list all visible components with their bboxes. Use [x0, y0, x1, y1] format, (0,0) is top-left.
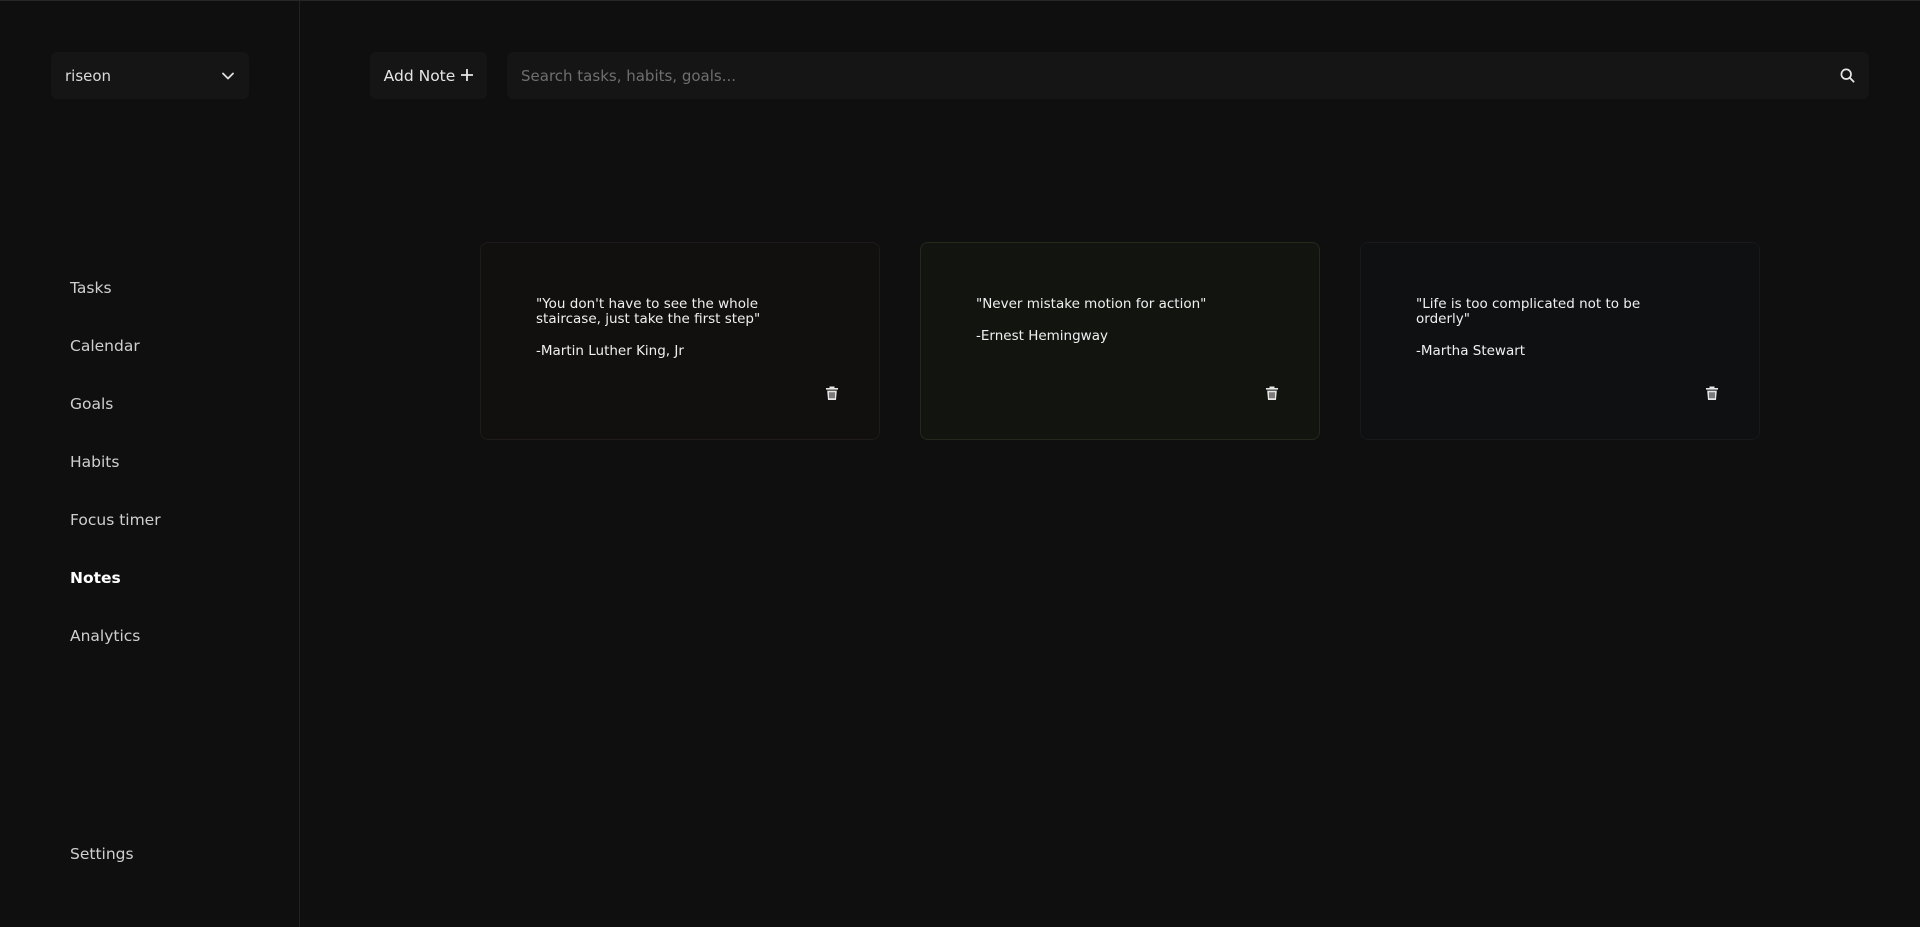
add-note-button[interactable]: Add Note: [370, 52, 487, 99]
sidebar-item-goals[interactable]: Goals: [70, 389, 161, 447]
sidebar-item-label: Goals: [70, 395, 114, 413]
sidebar-item-notes[interactable]: Notes: [70, 563, 161, 621]
sidebar-item-calendar[interactable]: Calendar: [70, 331, 161, 389]
sidebar: riseon Tasks Calendar Goals Habits Focus…: [0, 1, 300, 927]
sidebar-item-label: Analytics: [70, 627, 141, 645]
sidebar-item-habits[interactable]: Habits: [70, 447, 161, 505]
sidebar-item-label: Tasks: [70, 279, 112, 297]
sidebar-nav: Tasks Calendar Goals Habits Focus timer …: [70, 273, 161, 679]
workspace-select[interactable]: riseon: [51, 52, 249, 99]
chevron-down-icon: [222, 72, 234, 80]
note-quote: "Life is too complicated not to be order…: [1416, 296, 1641, 327]
sidebar-item-settings[interactable]: Settings: [70, 839, 134, 869]
add-note-label: Add Note: [383, 66, 456, 85]
main-content: Add Note "You don't have to see the whol…: [300, 1, 1920, 927]
workspace-name: riseon: [65, 66, 112, 85]
sidebar-item-label: Habits: [70, 453, 120, 471]
app-window: riseon Tasks Calendar Goals Habits Focus…: [0, 0, 1920, 927]
plus-icon: [460, 67, 474, 85]
note-card[interactable]: "Life is too complicated not to be order…: [1360, 242, 1760, 440]
note-card[interactable]: "You don't have to see the whole stairca…: [480, 242, 880, 440]
sidebar-item-label: Calendar: [70, 337, 140, 355]
note-author: -Ernest Hemingway: [976, 328, 1108, 344]
search-input[interactable]: [507, 52, 1807, 99]
trash-icon[interactable]: [1705, 385, 1719, 405]
sidebar-item-focus-timer[interactable]: Focus timer: [70, 505, 161, 563]
trash-icon[interactable]: [825, 385, 839, 405]
search-icon[interactable]: [1840, 68, 1855, 87]
sidebar-item-label: Notes: [70, 569, 121, 587]
note-author: -Martin Luther King, Jr: [536, 343, 684, 359]
note-quote: "You don't have to see the whole stairca…: [536, 296, 761, 327]
trash-icon[interactable]: [1265, 385, 1279, 405]
sidebar-item-tasks[interactable]: Tasks: [70, 273, 161, 331]
sidebar-item-label: Settings: [70, 845, 134, 863]
search-bar: [507, 52, 1869, 99]
sidebar-item-label: Focus timer: [70, 511, 161, 529]
note-author: -Martha Stewart: [1416, 343, 1526, 359]
note-card[interactable]: "Never mistake motion for action" -Ernes…: [920, 242, 1320, 440]
sidebar-item-analytics[interactable]: Analytics: [70, 621, 161, 679]
note-quote: "Never mistake motion for action": [976, 296, 1207, 312]
